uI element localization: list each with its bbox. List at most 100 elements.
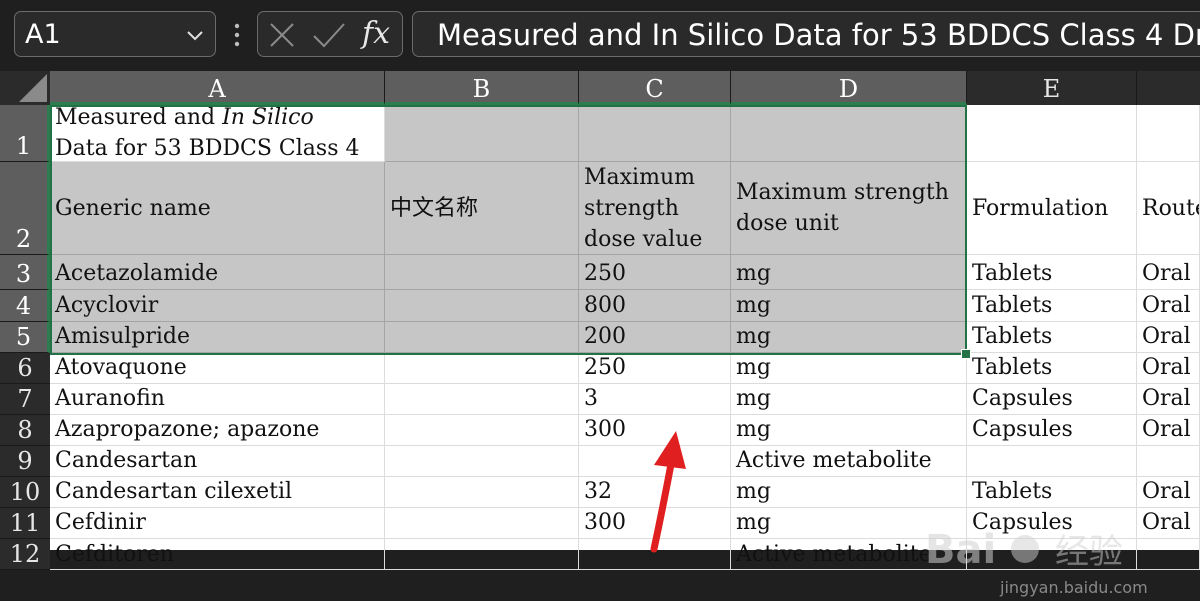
column-header-e[interactable]: E xyxy=(967,71,1137,105)
cell-c8[interactable]: 300 xyxy=(579,415,731,446)
cell-b1[interactable] xyxy=(385,105,579,162)
cell-c9[interactable] xyxy=(579,446,731,477)
row-header-1[interactable]: 1 xyxy=(0,105,50,162)
column-header-d[interactable]: D xyxy=(731,71,967,105)
cell-e9[interactable] xyxy=(967,446,1137,477)
insert-function-button[interactable]: fx xyxy=(362,16,398,52)
cell-e5[interactable]: Tablets xyxy=(967,322,1137,353)
cell-f12[interactable] xyxy=(1137,539,1200,570)
cell-f8[interactable]: Oral xyxy=(1137,415,1200,446)
cell-d9[interactable]: Active metabolite xyxy=(731,446,967,477)
cell-b6[interactable] xyxy=(385,353,579,384)
cell-f4[interactable]: Oral xyxy=(1137,290,1200,322)
cell-e11[interactable]: Capsules xyxy=(967,508,1137,539)
column-header-c[interactable]: C xyxy=(579,71,731,105)
cell-a9[interactable]: Candesartan xyxy=(50,446,385,477)
cell-d5[interactable]: mg xyxy=(731,322,967,353)
cell-a7[interactable]: Auranofin xyxy=(50,384,385,415)
cell-f3[interactable]: Oral xyxy=(1137,255,1200,290)
cell-b8[interactable] xyxy=(385,415,579,446)
row-header-2[interactable]: 2 xyxy=(0,162,50,255)
row-header-5[interactable]: 5 xyxy=(0,322,50,353)
cell-c2[interactable]: Maximum strength dose value xyxy=(579,162,731,255)
cell-e8[interactable]: Capsules xyxy=(967,415,1137,446)
fill-handle[interactable] xyxy=(961,349,971,359)
row-header-10[interactable]: 10 xyxy=(0,477,50,508)
cell-b10[interactable] xyxy=(385,477,579,508)
cell-f6[interactable]: Oral xyxy=(1137,353,1200,384)
select-all-button[interactable] xyxy=(0,71,50,105)
cell-c5[interactable]: 200 xyxy=(579,322,731,353)
cell-d8[interactable]: mg xyxy=(731,415,967,446)
cell-a1[interactable]: Measured and In Silico Data for 53 BDDCS… xyxy=(50,105,385,162)
cell-d10[interactable]: mg xyxy=(731,477,967,508)
cell-c6[interactable]: 250 xyxy=(579,353,731,384)
cell-a2[interactable]: Generic name xyxy=(50,162,385,255)
cell-e12[interactable] xyxy=(967,539,1137,570)
cell-a11[interactable]: Cefdinir xyxy=(50,508,385,539)
row-header-8[interactable]: 8 xyxy=(0,415,50,446)
cell-c7[interactable]: 3 xyxy=(579,384,731,415)
cell-d4[interactable]: mg xyxy=(731,290,967,322)
column-header-a[interactable]: A xyxy=(50,71,385,105)
cell-d3[interactable]: mg xyxy=(731,255,967,290)
cell-a4[interactable]: Acyclovir xyxy=(50,290,385,322)
cancel-icon[interactable] xyxy=(268,21,296,49)
cell-f7[interactable]: Oral xyxy=(1137,384,1200,415)
cell-c12[interactable] xyxy=(579,539,731,570)
cell-b11[interactable] xyxy=(385,508,579,539)
cell-a10[interactable]: Candesartan cilexetil xyxy=(50,477,385,508)
row-header-11[interactable]: 11 xyxy=(0,508,50,539)
cell-d12[interactable]: Active metabolite xyxy=(731,539,967,570)
column-header-f[interactable] xyxy=(1137,71,1200,105)
cell-e6[interactable]: Tablets xyxy=(967,353,1137,384)
row-header-6[interactable]: 6 xyxy=(0,353,50,384)
cell-a6[interactable]: Atovaquone xyxy=(50,353,385,384)
cell-f9[interactable] xyxy=(1137,446,1200,477)
cell-b4[interactable] xyxy=(385,290,579,322)
row-header-3[interactable]: 3 xyxy=(0,255,50,290)
cell-f5[interactable]: Oral xyxy=(1137,322,1200,353)
row-header-4[interactable]: 4 xyxy=(0,290,50,322)
formula-input[interactable]: Measured and In Silico Data for 53 BDDCS… xyxy=(412,11,1200,57)
column-header-b[interactable]: B xyxy=(385,71,579,105)
cell-e4[interactable]: Tablets xyxy=(967,290,1137,322)
cell-c11[interactable]: 300 xyxy=(579,508,731,539)
row-header-12[interactable]: 12 xyxy=(0,539,50,570)
cell-f2[interactable]: Route xyxy=(1137,162,1200,255)
cell-b2[interactable]: 中文名称 xyxy=(385,162,579,255)
chevron-down-icon[interactable] xyxy=(185,25,205,45)
cell-b9[interactable] xyxy=(385,446,579,477)
cell-c4[interactable]: 800 xyxy=(579,290,731,322)
cell-f10[interactable]: Oral xyxy=(1137,477,1200,508)
cell-a3[interactable]: Acetazolamide xyxy=(50,255,385,290)
cell-b12[interactable] xyxy=(385,539,579,570)
cell-a12[interactable]: Cefditoren xyxy=(50,539,385,570)
cell-d11[interactable]: mg xyxy=(731,508,967,539)
cell-e3[interactable]: Tablets xyxy=(967,255,1137,290)
cell-d6[interactable]: mg xyxy=(731,353,967,384)
cell-e1[interactable] xyxy=(967,105,1137,162)
cell-c3[interactable]: 250 xyxy=(579,255,731,290)
cell-e7[interactable]: Capsules xyxy=(967,384,1137,415)
cell-f1[interactable] xyxy=(1137,105,1200,162)
check-icon[interactable] xyxy=(312,21,346,49)
cell-b7[interactable] xyxy=(385,384,579,415)
row-header-7[interactable]: 7 xyxy=(0,384,50,415)
more-options-icon[interactable] xyxy=(232,22,242,48)
cell-a8[interactable]: Azapropazone; apazone xyxy=(50,415,385,446)
cell-c1[interactable] xyxy=(579,105,731,162)
cell-e2[interactable]: Formulation xyxy=(967,162,1137,255)
cell-d7[interactable]: mg xyxy=(731,384,967,415)
row-header-9[interactable]: 9 xyxy=(0,446,50,477)
cell-b3[interactable] xyxy=(385,255,579,290)
cell-a5[interactable]: Amisulpride xyxy=(50,322,385,353)
cell-d1[interactable] xyxy=(731,105,967,162)
cell-e10[interactable]: Tablets xyxy=(967,477,1137,508)
formula-text: Measured and In Silico Data for 53 BDDCS… xyxy=(437,18,1200,52)
cell-b5[interactable] xyxy=(385,322,579,353)
cell-d2[interactable]: Maximum strength dose unit xyxy=(731,162,967,255)
name-box[interactable]: A1 xyxy=(14,11,216,57)
cell-f11[interactable]: Oral xyxy=(1137,508,1200,539)
cell-c10[interactable]: 32 xyxy=(579,477,731,508)
